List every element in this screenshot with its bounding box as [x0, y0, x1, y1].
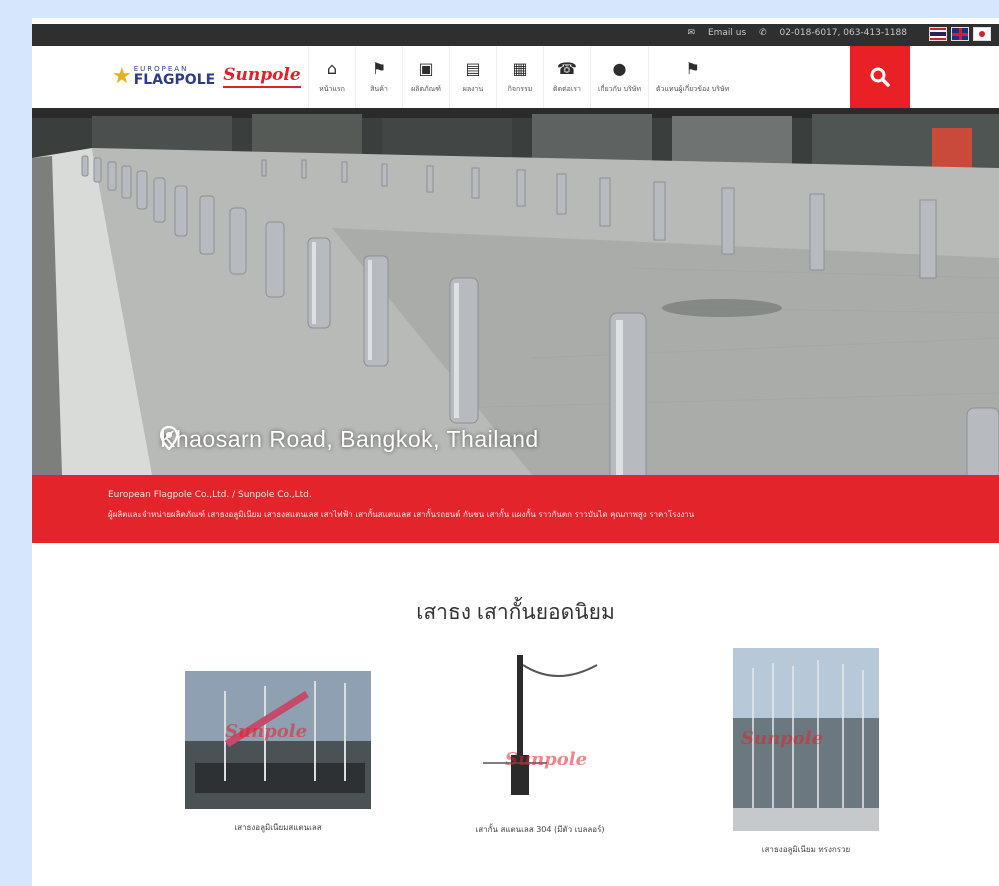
product-image[interactable]: Sunpole — [733, 648, 879, 831]
menu-item-home[interactable]: ⌂ หน้าแรก — [308, 46, 355, 108]
main-nav: ★ EUROPEAN FLAGPOLE Sunpole ⌂ หน้าแรก ⚑ … — [32, 46, 999, 108]
menu-label: สินค้า — [370, 84, 388, 93]
thai-flag-icon[interactable] — [929, 27, 947, 41]
logo-text: EUROPEAN FLAGPOLE — [133, 65, 216, 88]
section-title: เสาธง เสากั้นยอดนิยม — [416, 601, 615, 624]
phone-numbers[interactable]: 02-018-6017, 063-413-1188 — [779, 28, 907, 38]
menu-item-portfolio[interactable]: ▤ ผลงาน — [449, 46, 496, 108]
menu-item-activities[interactable]: ▦ กิจกรรม — [496, 46, 543, 108]
menu-item-contact[interactable]: ☎ ติดต่อเรา — [543, 46, 590, 108]
top-contact: ✉ Email us ✆ 02-018-6017, 063-413-1188 — [678, 28, 907, 38]
watermark: Sunpole — [741, 728, 824, 749]
company-name: European Flagpole Co.,Ltd. / Sunpole Co.… — [108, 490, 312, 500]
uk-flag-icon[interactable] — [951, 27, 969, 41]
product-caption[interactable]: เสาธงอลูมิเนียมสแตนเลส — [185, 821, 371, 834]
logo-big-text: FLAGPOLE — [133, 71, 216, 88]
calendar-icon: ▦ — [512, 58, 528, 78]
menu-label: ติดต่อเรา — [553, 84, 581, 93]
product-caption[interactable]: เสาธงอลูมิเนียม ทรงกรวย — [733, 843, 879, 856]
brand-logo: Sunpole — [223, 65, 301, 88]
menu-label: กิจกรรม — [507, 84, 533, 93]
product-image[interactable]: Sunpole — [185, 671, 371, 809]
logo[interactable]: ★ EUROPEAN FLAGPOLE Sunpole — [112, 56, 301, 96]
language-switcher — [929, 27, 991, 41]
product-card[interactable]: Sunpole เสากั้น สแตนเลส 304 (มีตัว เบลลอ… — [447, 651, 633, 836]
japan-flag-icon[interactable] — [973, 27, 991, 41]
product-card[interactable]: Sunpole เสาธงอลูมิเนียมสแตนเลส — [185, 671, 371, 834]
menu-item-about[interactable]: ● เกี่ยวกับ บริษัท — [590, 46, 648, 108]
home-icon: ⌂ — [326, 58, 338, 78]
menu-item-catalog[interactable]: ▣ ผลิตภัณฑ์ — [402, 46, 449, 108]
search-button[interactable] — [850, 46, 910, 108]
mail-icon: ✉ — [687, 28, 696, 38]
watermark: Sunpole — [505, 749, 588, 770]
page: ✉ Email us ✆ 02-018-6017, 063-413-1188 ★… — [32, 18, 999, 886]
hero-caption: Khaosarn Road, Bangkok, Thailand — [160, 426, 539, 453]
menu-label: ผลงาน — [462, 84, 484, 93]
menu-label: เกี่ยวกับ บริษัท — [598, 84, 642, 93]
company-tagline: ผู้ผลิตและจำหน่ายผลิตภัณฑ์ เสาธงอลูมิเนี… — [108, 510, 695, 519]
flag-icon: ⚑ — [371, 58, 387, 78]
email-link[interactable]: Email us — [708, 28, 746, 38]
phone-icon: ☎ — [557, 58, 577, 78]
cube-icon: ▣ — [418, 58, 434, 78]
menu-label: ตัวแทนผู้เกี่ยวข้อง บริษัท — [656, 84, 730, 93]
company-banner: European Flagpole Co.,Ltd. / Sunpole Co.… — [32, 475, 999, 543]
product-card[interactable]: Sunpole เสาธงอลูมิเนียม ทรงกรวย — [733, 648, 879, 856]
menu-item-dealers[interactable]: ⚑ ตัวแทนผู้เกี่ยวข้อง บริษัท — [648, 46, 736, 108]
menu-item-products[interactable]: ⚑ สินค้า — [355, 46, 402, 108]
product-caption[interactable]: เสากั้น สแตนเลส 304 (มีตัว เบลลอร์) — [447, 823, 633, 836]
user-icon: ● — [612, 58, 627, 78]
top-bar: ✉ Email us ✆ 02-018-6017, 063-413-1188 — [32, 24, 999, 46]
location-pin-icon — [160, 426, 178, 450]
product-image[interactable]: Sunpole — [447, 651, 633, 811]
search-icon — [870, 67, 890, 87]
menu: ⌂ หน้าแรก ⚑ สินค้า ▣ ผลิตภัณฑ์ ▤ ผลงาน ▦… — [308, 46, 736, 108]
flag-icon: ⚑ — [685, 58, 700, 78]
watermark: Sunpole — [225, 721, 308, 742]
menu-label: ผลิตภัณฑ์ — [411, 84, 441, 93]
image-icon: ▤ — [465, 58, 481, 78]
menu-label: หน้าแรก — [319, 84, 345, 93]
phone-icon: ✆ — [759, 28, 767, 38]
hero-banner: Khaosarn Road, Bangkok, Thailand — [32, 108, 999, 475]
logo-star-icon: ★ — [112, 63, 132, 89]
hero-photo — [32, 108, 999, 475]
hero-caption-text: Khaosarn Road, Bangkok, Thailand — [160, 426, 539, 452]
